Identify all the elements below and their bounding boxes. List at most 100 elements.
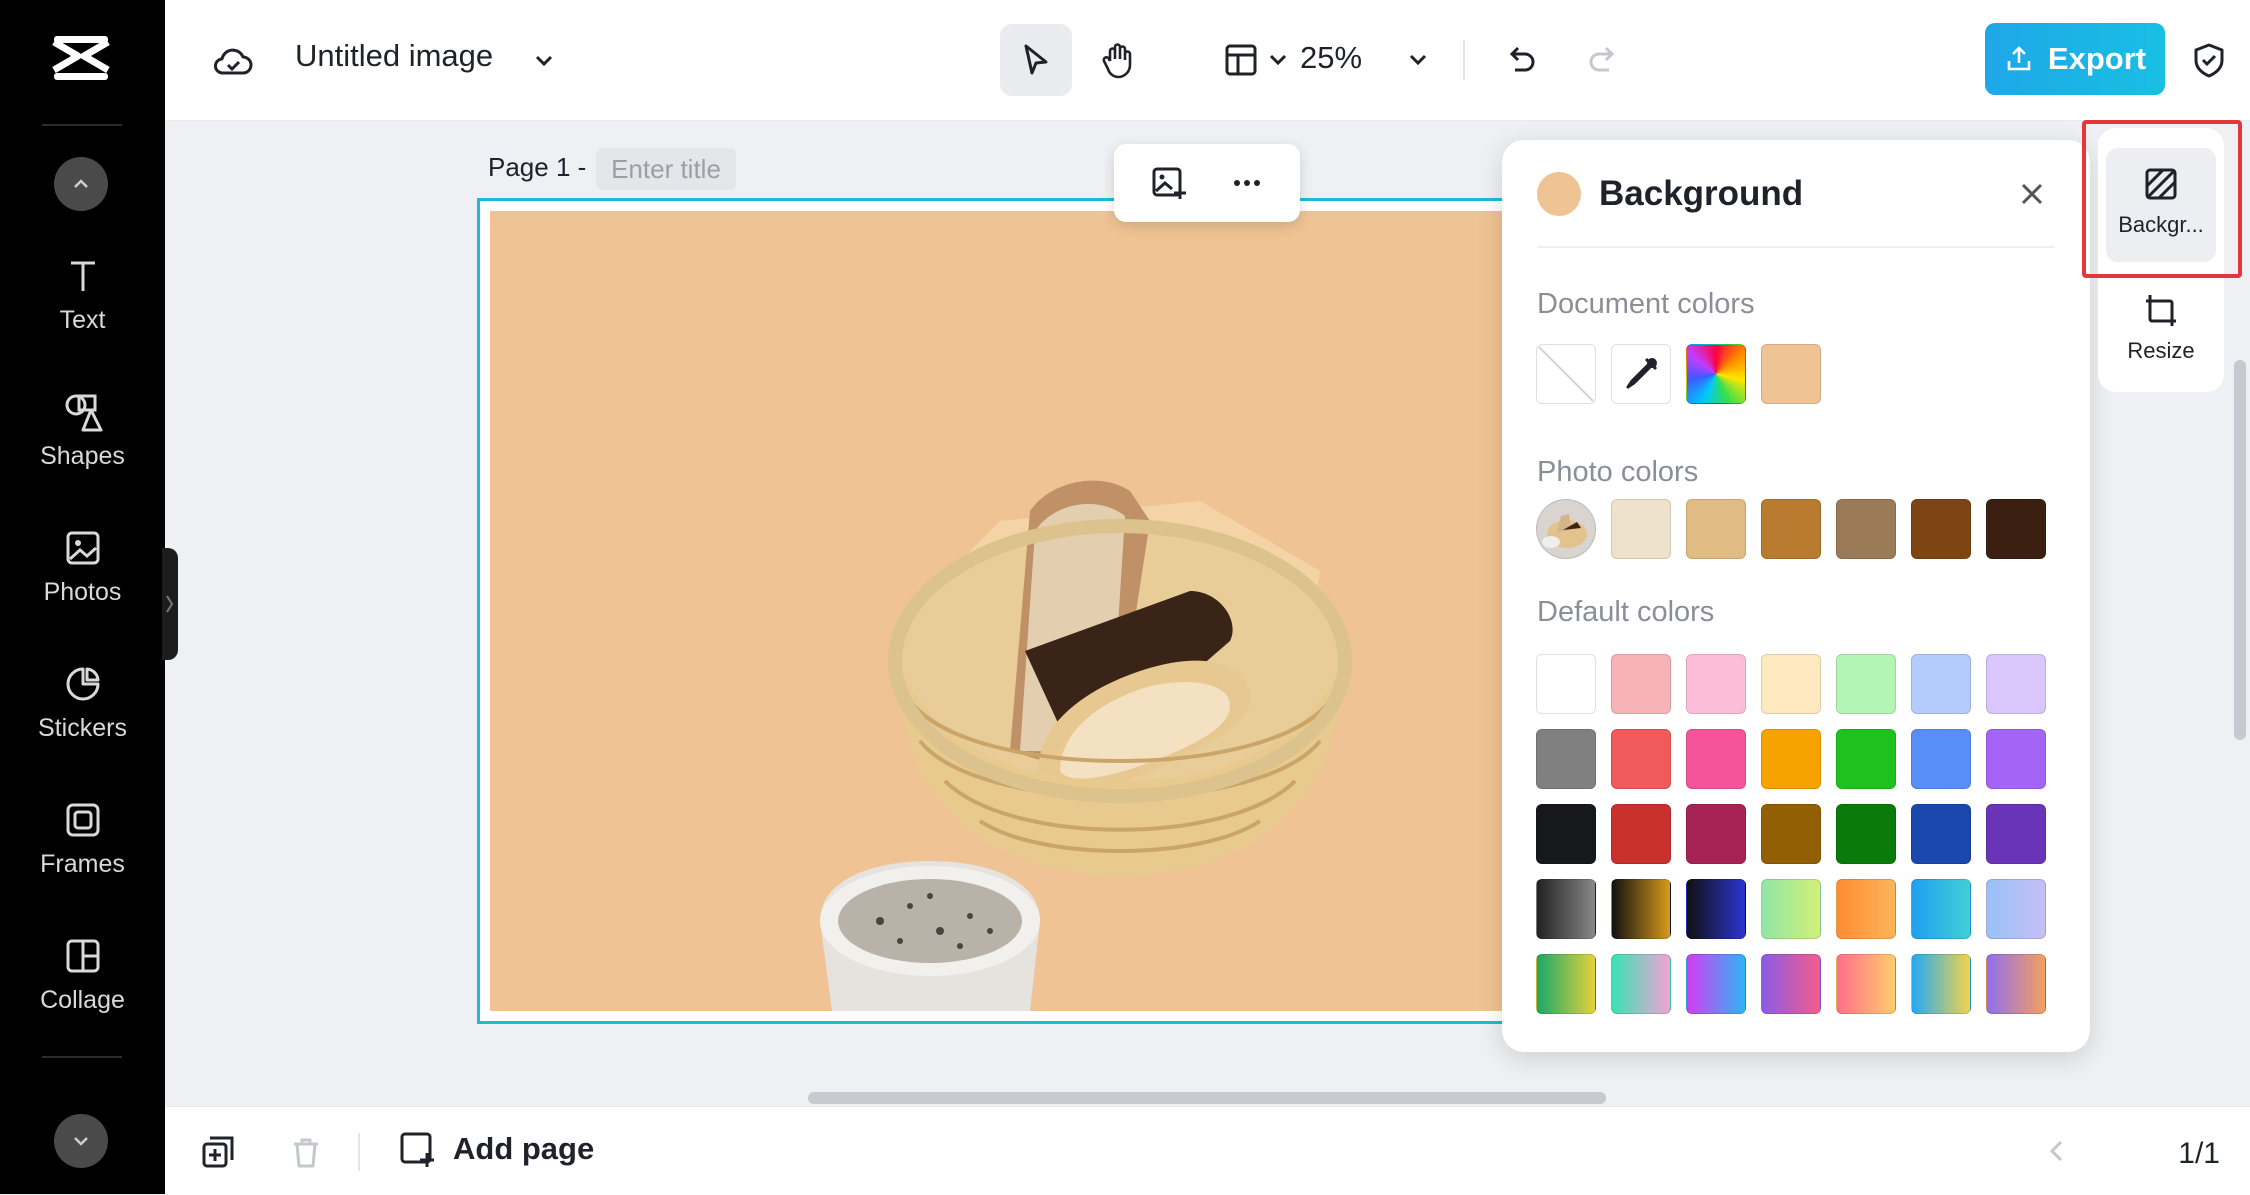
left-sidebar: Text Shapes Photos Stickers Frames Colla… bbox=[0, 0, 165, 1194]
color-swatch[interactable] bbox=[1761, 499, 1821, 559]
replace-image-button[interactable] bbox=[1146, 160, 1192, 206]
color-swatch[interactable] bbox=[1911, 729, 1971, 789]
color-swatch[interactable] bbox=[1536, 804, 1596, 864]
no-color-swatch[interactable] bbox=[1536, 344, 1596, 404]
add-page-button[interactable]: Add page bbox=[397, 1129, 594, 1169]
export-button[interactable]: Export bbox=[1985, 23, 2165, 95]
color-swatch[interactable] bbox=[1986, 729, 2046, 789]
zoom-menu-button[interactable] bbox=[1403, 44, 1433, 74]
rail-item-resize[interactable]: Resize bbox=[2106, 276, 2216, 376]
scroll-up-button[interactable] bbox=[54, 157, 108, 211]
cloud-sync-button[interactable] bbox=[210, 38, 256, 84]
photo-thumbnail[interactable] bbox=[1536, 499, 1596, 559]
default-colors-grid bbox=[1536, 654, 2046, 1014]
sidebar-item-text[interactable]: Text bbox=[0, 254, 165, 335]
sidebar-item-label: Photos bbox=[43, 578, 122, 606]
color-swatch[interactable] bbox=[1836, 804, 1896, 864]
more-options-button[interactable] bbox=[1224, 160, 1270, 206]
layout-button[interactable] bbox=[1217, 36, 1265, 84]
color-swatch[interactable] bbox=[1986, 804, 2046, 864]
page-title-input[interactable]: Enter title bbox=[596, 148, 736, 190]
trash-icon bbox=[294, 1138, 318, 1168]
chevron-right-icon bbox=[166, 595, 174, 613]
sidebar-item-stickers[interactable]: Stickers bbox=[0, 662, 165, 743]
horizontal-scrollbar[interactable] bbox=[808, 1092, 1606, 1104]
color-swatch[interactable] bbox=[1836, 729, 1896, 789]
sidebar-collapse-handle[interactable] bbox=[162, 548, 178, 660]
no-color-icon bbox=[1538, 346, 1594, 402]
color-swatch[interactable] bbox=[1686, 499, 1746, 559]
color-swatch[interactable] bbox=[1536, 879, 1596, 939]
sidebar-item-shapes[interactable]: Shapes bbox=[0, 390, 165, 471]
color-swatch[interactable] bbox=[1686, 954, 1746, 1014]
color-swatch[interactable] bbox=[1611, 954, 1671, 1014]
color-swatch[interactable] bbox=[1761, 344, 1821, 404]
eyedropper-button[interactable] bbox=[1611, 344, 1671, 404]
bread-basket-image[interactable] bbox=[820, 451, 1520, 1011]
color-picker-swatch[interactable] bbox=[1686, 344, 1746, 404]
color-swatch[interactable] bbox=[1686, 654, 1746, 714]
hand-tool-button[interactable] bbox=[1089, 30, 1149, 90]
sidebar-item-collage[interactable]: Collage bbox=[0, 934, 165, 1015]
color-swatch[interactable] bbox=[1611, 729, 1671, 789]
color-swatch[interactable] bbox=[1986, 954, 2046, 1014]
color-swatch[interactable] bbox=[1836, 954, 1896, 1014]
undo-button[interactable] bbox=[1497, 36, 1545, 84]
highlight-annotation bbox=[2082, 120, 2242, 278]
shapes-icon bbox=[65, 394, 102, 432]
color-swatch[interactable] bbox=[1836, 879, 1896, 939]
color-swatch[interactable] bbox=[1611, 499, 1671, 559]
panel-divider bbox=[1537, 246, 2055, 248]
chevron-up-icon bbox=[74, 179, 88, 188]
color-swatch[interactable] bbox=[1686, 879, 1746, 939]
color-swatch[interactable] bbox=[1686, 729, 1746, 789]
color-swatch[interactable] bbox=[1911, 804, 1971, 864]
layout-menu-button[interactable] bbox=[1263, 44, 1293, 74]
capcut-logo-icon[interactable] bbox=[48, 32, 114, 86]
color-swatch[interactable] bbox=[1761, 804, 1821, 864]
color-swatch[interactable] bbox=[1761, 729, 1821, 789]
color-swatch[interactable] bbox=[1911, 654, 1971, 714]
canvas-background[interactable] bbox=[490, 211, 1564, 1011]
chevron-down-icon bbox=[1269, 54, 1287, 66]
sidebar-divider bbox=[42, 124, 122, 126]
color-swatch[interactable] bbox=[1611, 654, 1671, 714]
color-swatch[interactable] bbox=[1761, 654, 1821, 714]
title-menu-button[interactable] bbox=[528, 44, 560, 76]
color-swatch[interactable] bbox=[1611, 879, 1671, 939]
color-swatch[interactable] bbox=[1686, 804, 1746, 864]
select-tool-button[interactable] bbox=[1000, 24, 1072, 96]
sidebar-item-photos[interactable]: Photos bbox=[0, 526, 165, 607]
sidebar-item-label: Frames bbox=[40, 850, 125, 878]
color-swatch[interactable] bbox=[1536, 729, 1596, 789]
vertical-scrollbar[interactable] bbox=[2234, 360, 2246, 740]
color-swatch[interactable] bbox=[1536, 654, 1596, 714]
hand-icon bbox=[1102, 43, 1132, 79]
color-swatch[interactable] bbox=[1911, 499, 1971, 559]
sidebar-item-frames[interactable]: Frames bbox=[0, 798, 165, 879]
color-swatch[interactable] bbox=[1986, 879, 2046, 939]
delete-page-button[interactable] bbox=[283, 1129, 329, 1175]
photos-icon bbox=[66, 531, 99, 565]
color-swatch[interactable] bbox=[1836, 654, 1896, 714]
color-swatch[interactable] bbox=[1536, 954, 1596, 1014]
color-swatch[interactable] bbox=[1911, 879, 1971, 939]
add-page-label: Add page bbox=[453, 1131, 595, 1166]
color-swatch[interactable] bbox=[1986, 654, 2046, 714]
layout-icon bbox=[1225, 44, 1257, 76]
previous-page-button[interactable] bbox=[2037, 1131, 2077, 1171]
color-swatch[interactable] bbox=[1761, 954, 1821, 1014]
color-swatch[interactable] bbox=[1761, 879, 1821, 939]
color-swatch[interactable] bbox=[1836, 499, 1896, 559]
color-swatch[interactable] bbox=[1911, 954, 1971, 1014]
security-button[interactable] bbox=[2185, 36, 2233, 84]
canvas-page[interactable] bbox=[477, 198, 1577, 1024]
duplicate-page-button[interactable] bbox=[195, 1129, 241, 1175]
zoom-level[interactable]: 25% bbox=[1300, 40, 1362, 76]
color-swatch[interactable] bbox=[1611, 804, 1671, 864]
redo-button[interactable] bbox=[1579, 36, 1627, 84]
close-panel-button[interactable] bbox=[2012, 174, 2052, 214]
color-swatch[interactable] bbox=[1986, 499, 2046, 559]
document-title[interactable]: Untitled image bbox=[295, 38, 493, 74]
scroll-down-button[interactable] bbox=[54, 1114, 108, 1168]
